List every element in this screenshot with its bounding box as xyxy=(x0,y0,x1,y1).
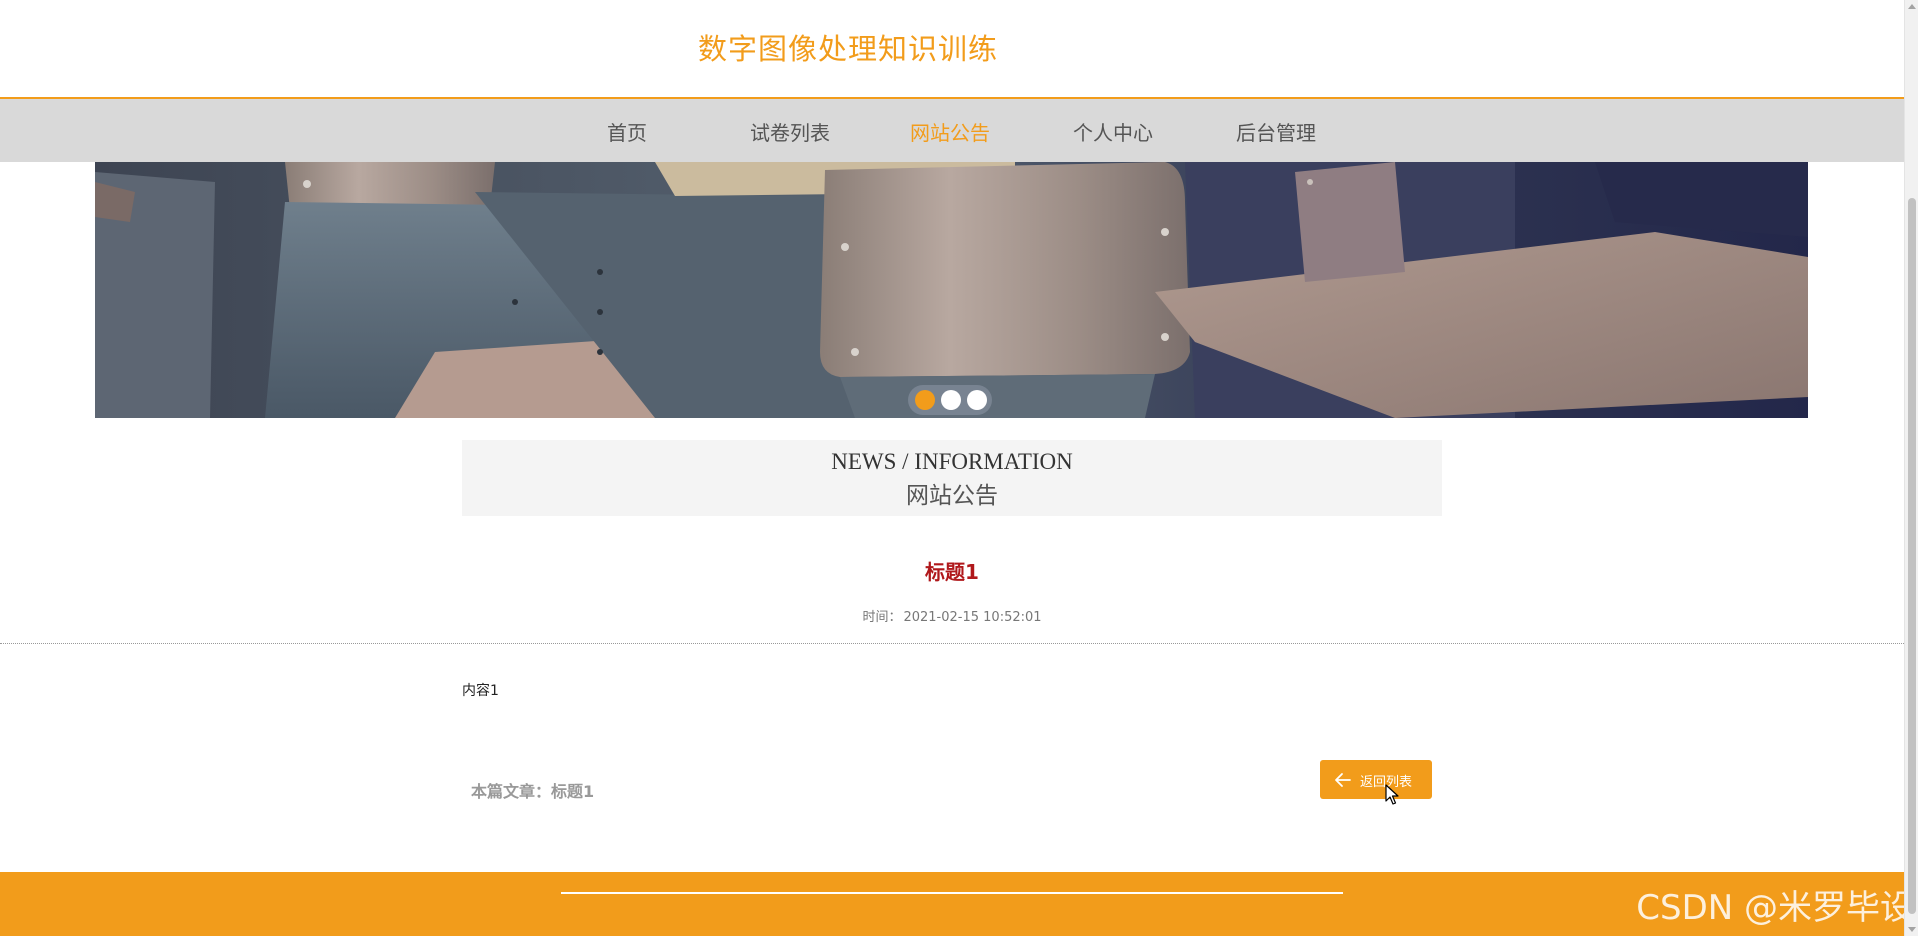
banner-carousel[interactable] xyxy=(95,162,1808,418)
current-article-label: 本篇文章：标题1 xyxy=(471,782,595,801)
article-title: 标题1 xyxy=(925,560,979,584)
arrow-left-icon xyxy=(1335,773,1351,787)
article-content: 内容1 xyxy=(462,683,499,699)
vertical-scrollbar[interactable] xyxy=(1904,0,1918,936)
site-header: 数字图像处理知识训练 xyxy=(0,0,1904,99)
back-to-list-button[interactable]: 返回列表 xyxy=(1320,760,1432,799)
classroom-banner-image xyxy=(95,162,1808,418)
article-time: 时间： 2021-02-15 10:52:01 xyxy=(0,606,1904,625)
section-header: NEWS / INFORMATION 网站公告 xyxy=(462,440,1442,516)
article-time-value: 2021-02-15 10:52:01 xyxy=(903,610,1042,625)
nav-item-paper-list[interactable]: 试卷列表 xyxy=(750,117,830,146)
section-title-cn: 网站公告 xyxy=(906,483,998,509)
scroll-down-icon[interactable] xyxy=(1908,927,1916,932)
carousel-indicators xyxy=(908,385,992,415)
mouse-pointer-icon xyxy=(1385,784,1399,805)
nav-item-personal-center[interactable]: 个人中心 xyxy=(1073,117,1153,146)
main-nav: 首页 试卷列表 网站公告 个人中心 后台管理 xyxy=(0,99,1904,162)
nav-item-home[interactable]: 首页 xyxy=(607,117,647,146)
footer-divider-line xyxy=(561,892,1343,894)
site-footer xyxy=(0,872,1904,936)
scroll-up-icon[interactable] xyxy=(1908,4,1916,9)
page: 数字图像处理知识训练 首页 试卷列表 网站公告 个人中心 后台管理 NEWS /… xyxy=(0,0,1918,936)
carousel-dot-2[interactable] xyxy=(941,390,961,410)
nav-item-announcements[interactable]: 网站公告 xyxy=(910,117,990,146)
nav-item-admin[interactable]: 后台管理 xyxy=(1236,117,1316,146)
divider xyxy=(0,643,1904,644)
carousel-dot-3[interactable] xyxy=(967,390,987,410)
scroll-thumb[interactable] xyxy=(1908,198,1916,914)
site-title: 数字图像处理知识训练 xyxy=(698,32,999,66)
carousel-dot-1[interactable] xyxy=(915,390,935,410)
article-time-label: 时间： xyxy=(862,610,902,625)
watermark: CSDN @米罗毕设 xyxy=(1636,888,1914,928)
section-title-en: NEWS / INFORMATION xyxy=(831,449,1073,474)
